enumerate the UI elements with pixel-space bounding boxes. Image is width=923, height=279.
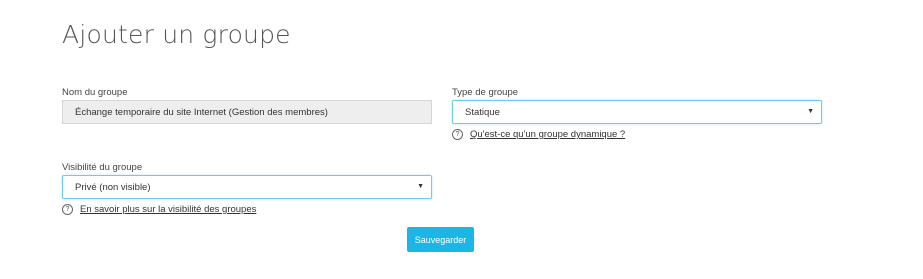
help-circle-icon: ? — [452, 129, 463, 140]
group-type-select[interactable]: Statique ▼ — [452, 100, 822, 124]
visibility-select[interactable]: Privé (non visible) ▼ — [62, 175, 432, 199]
help-circle-icon: ? — [62, 204, 73, 215]
group-name-label: Nom du groupe — [62, 87, 128, 98]
save-button[interactable]: Sauvegarder — [407, 227, 474, 252]
group-type-help: ? Qu'est-ce qu'un groupe dynamique ? — [452, 129, 625, 140]
chevron-down-icon: ▼ — [807, 108, 814, 115]
visibility-selected: Privé (non visible) — [75, 181, 151, 193]
visibility-help-link[interactable]: En savoir plus sur la visibilité des gro… — [80, 204, 256, 215]
page-title: Ajouter un groupe — [62, 20, 291, 49]
group-name-value: Échange temporaire du site Internet (Ges… — [75, 106, 328, 118]
group-name-field[interactable]: Échange temporaire du site Internet (Ges… — [62, 100, 432, 124]
dynamic-group-help-link[interactable]: Qu'est-ce qu'un groupe dynamique ? — [470, 129, 625, 140]
visibility-label: Visibilité du groupe — [62, 162, 143, 173]
group-type-label: Type de groupe — [452, 87, 519, 98]
group-type-selected: Statique — [465, 106, 500, 118]
chevron-down-icon: ▼ — [417, 183, 424, 190]
visibility-help: ? En savoir plus sur la visibilité des g… — [62, 204, 256, 215]
